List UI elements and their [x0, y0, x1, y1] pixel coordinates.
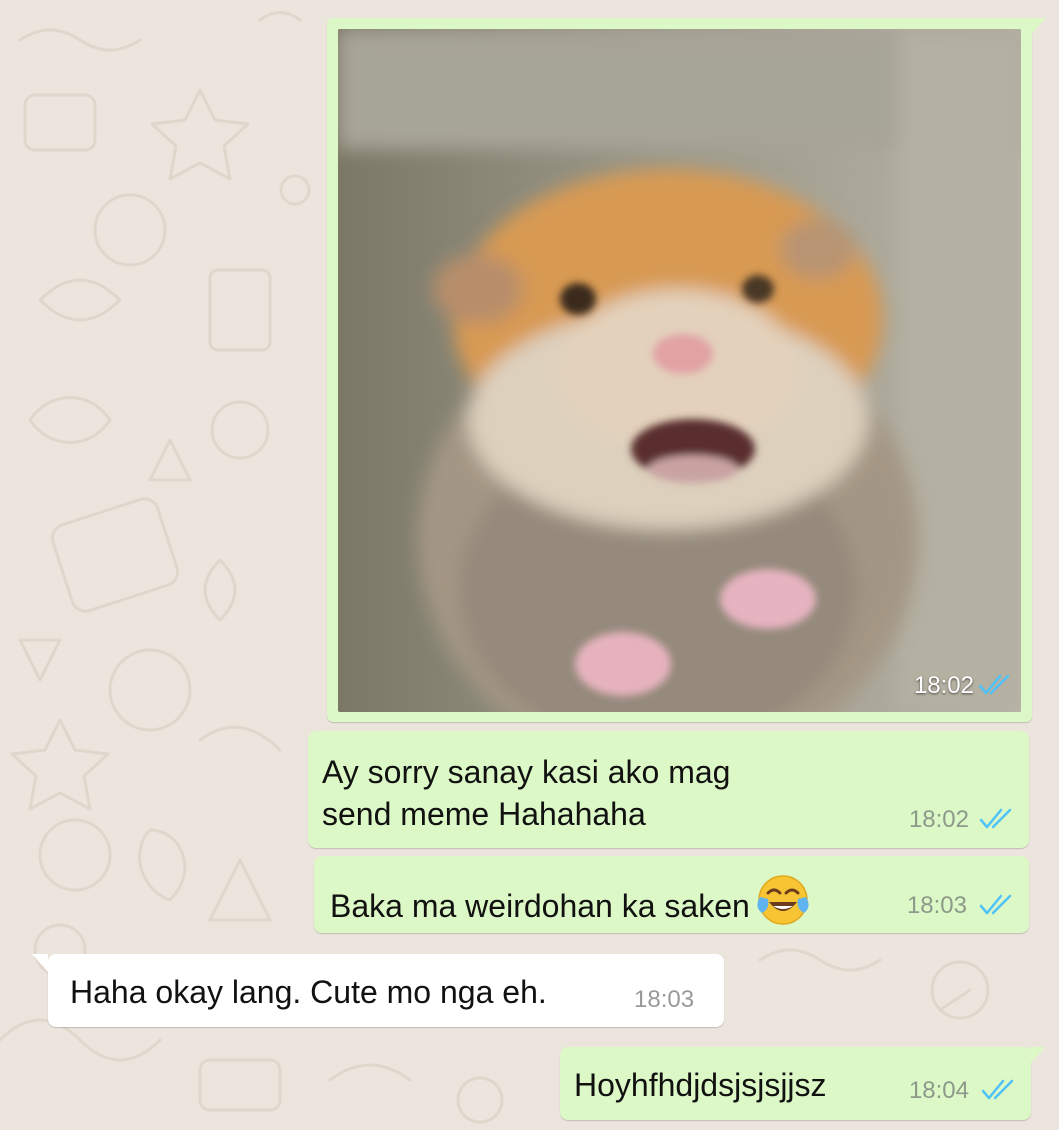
message-timestamp: 18:02 — [908, 806, 969, 833]
image-message-bubble[interactable]: 18:02 — [327, 18, 1046, 722]
outgoing-message-bubble[interactable]: Hoyhfhdjdsjsjsjjsz 18:04 — [560, 1047, 1045, 1120]
message-text: Haha okay lang. Cute mo nga eh. — [70, 974, 547, 1010]
outgoing-message-bubble[interactable]: Baka ma weirdohan ka saken 18:03 — [314, 856, 1029, 933]
bubble-tail — [1030, 18, 1046, 36]
incoming-message-bubble[interactable]: Haha okay lang. Cute mo nga eh. 18:03 — [32, 954, 724, 1027]
read-receipt-icon — [978, 674, 1010, 695]
read-receipt-icon — [979, 894, 1012, 915]
bubble-tail — [32, 954, 48, 972]
bubble-tail — [1029, 1047, 1045, 1065]
message-timestamp: 18:03 — [634, 986, 695, 1013]
image-timestamp: 18:02 — [913, 672, 974, 699]
read-receipt-icon — [981, 1079, 1014, 1100]
message-text: Baka ma weirdohan ka saken — [330, 873, 810, 927]
message-body: Baka ma weirdohan ka saken — [330, 888, 750, 924]
message-line: send meme Hahahaha — [322, 796, 646, 832]
read-receipt-icon — [979, 808, 1012, 829]
face-with-tears-of-joy-icon — [757, 875, 809, 925]
message-line: Ay sorry sanay kasi ako mag — [322, 754, 731, 790]
message-text: Ay sorry sanay kasi ako mag send meme Ha… — [322, 751, 882, 835]
outgoing-message-bubble[interactable]: Ay sorry sanay kasi ako mag send meme Ha… — [308, 731, 1029, 848]
message-timestamp: 18:04 — [908, 1077, 969, 1104]
message-timestamp: 18:03 — [906, 892, 967, 919]
message-text: Hoyhfhdjdsjsjsjjsz — [574, 1067, 827, 1103]
hamster-meme-image[interactable] — [338, 29, 1021, 712]
